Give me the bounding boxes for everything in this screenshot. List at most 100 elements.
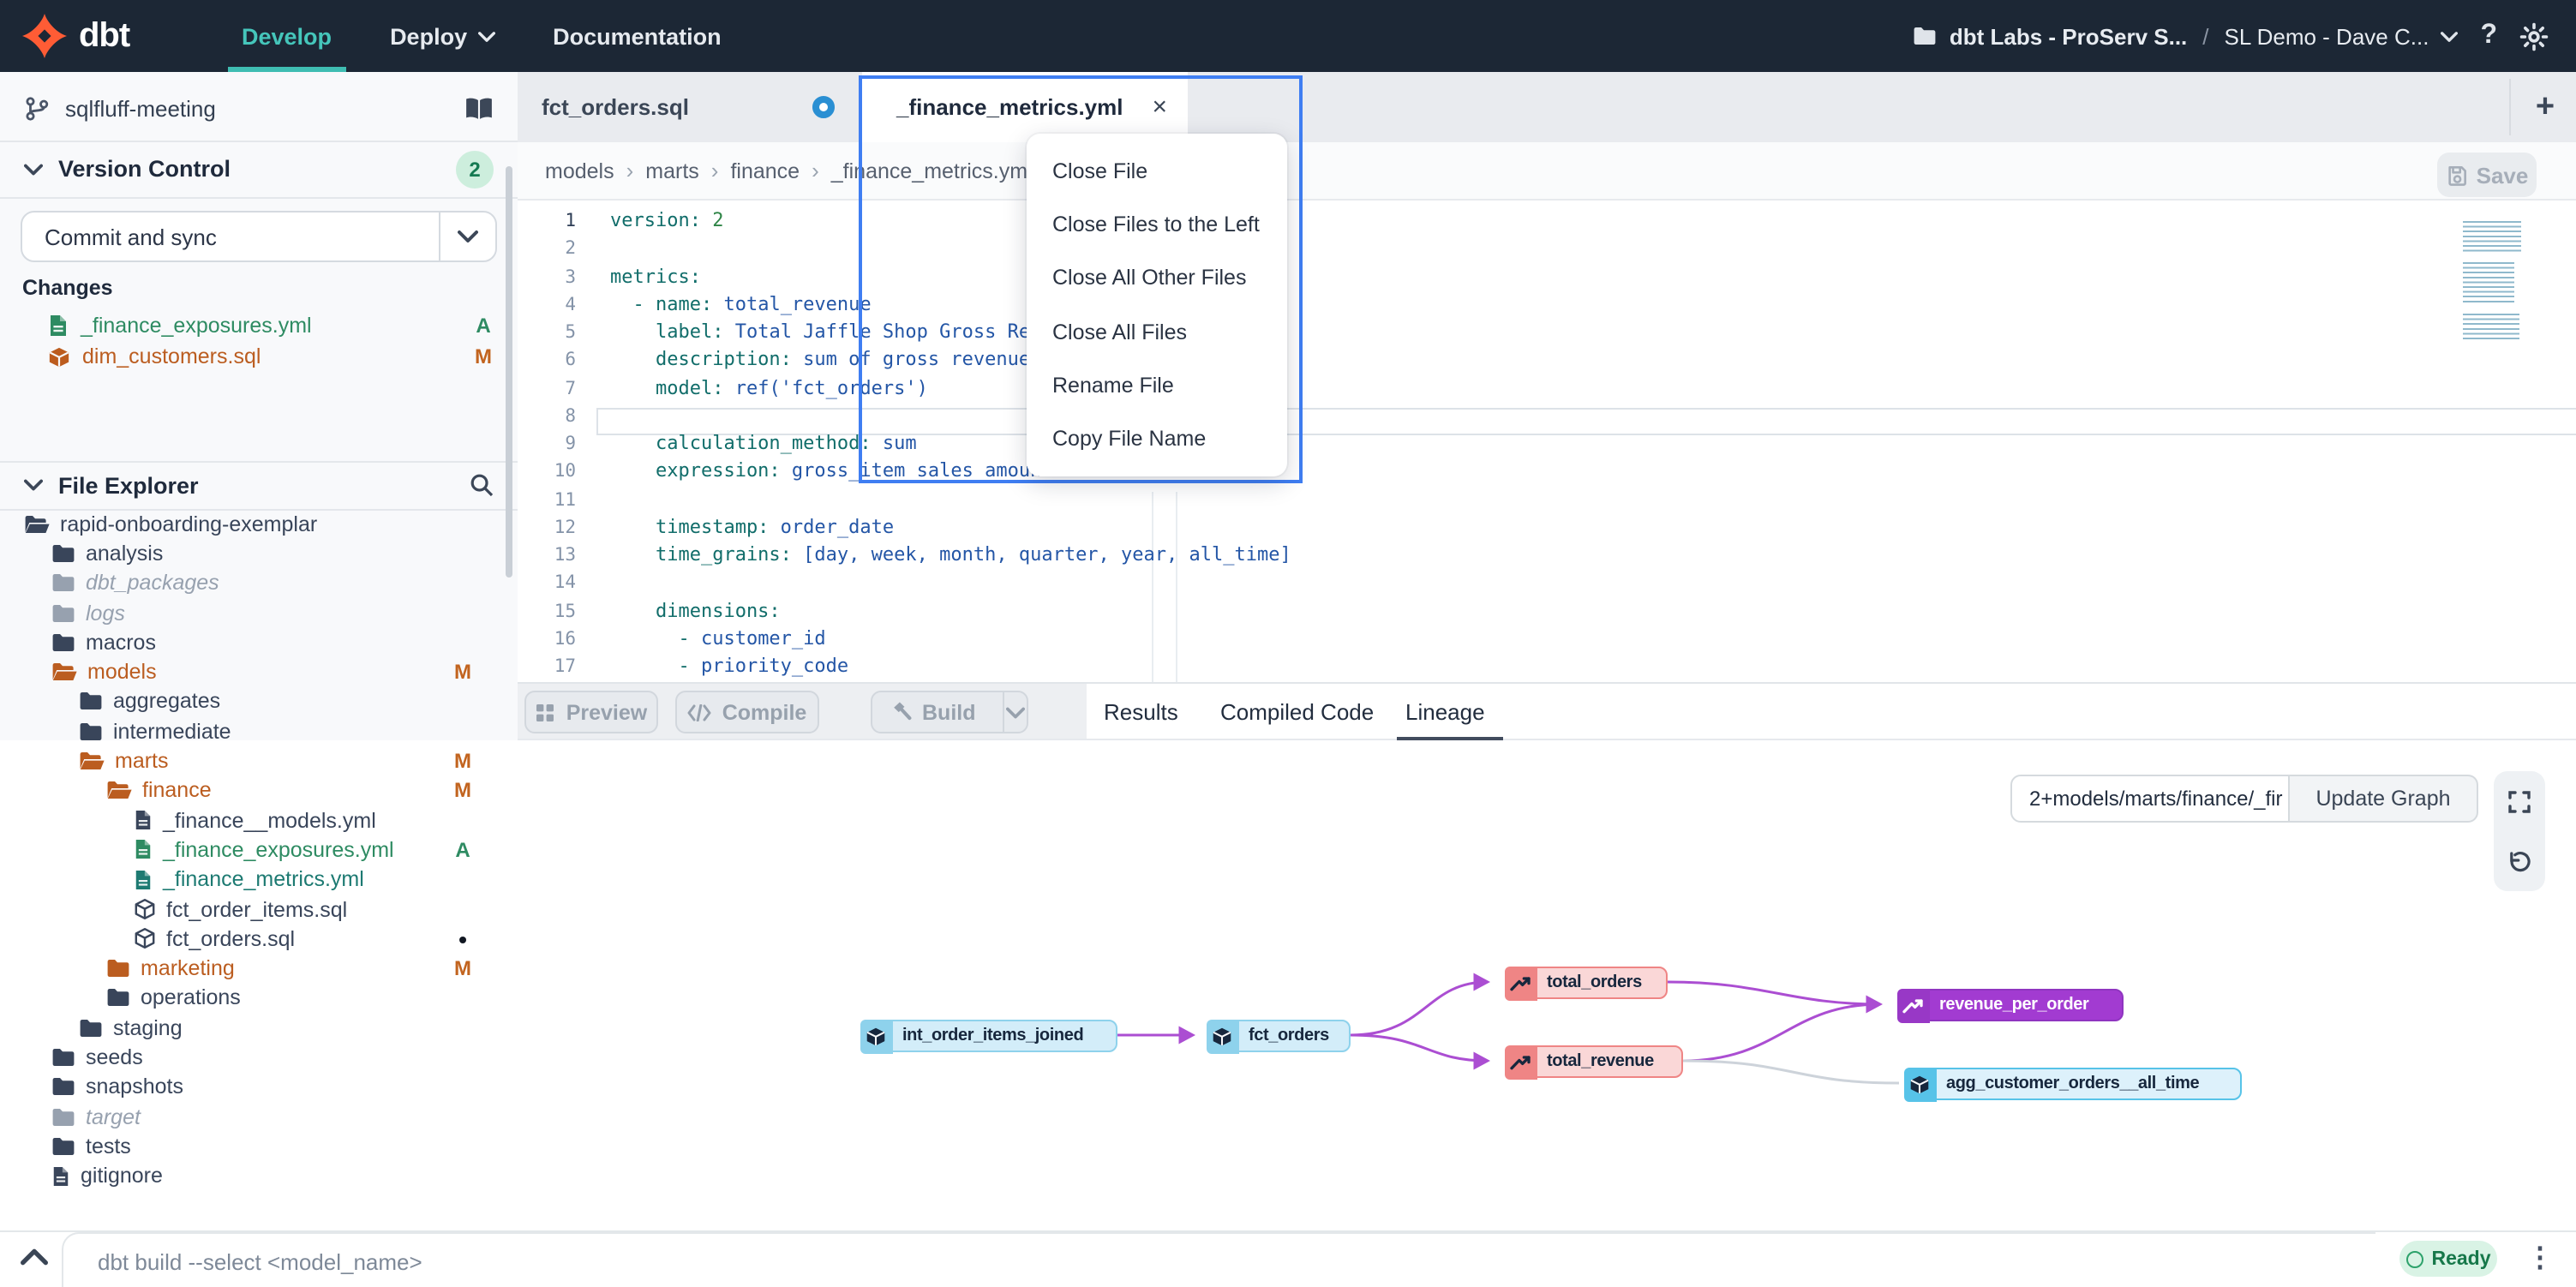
folder-open-icon [51, 661, 77, 682]
new-tab-button[interactable]: + [2523, 86, 2567, 130]
breadcrumb-item[interactable]: models [545, 159, 614, 183]
top-navbar: dbt Develop Deploy Documentation dbt Lab… [0, 0, 2576, 72]
code-line: 4 - name: total_revenue [518, 291, 2576, 320]
lineage-node-metric[interactable]: total_orders [1505, 967, 1668, 999]
branch-name: sqlfluff-meeting [65, 95, 464, 121]
reset-view-icon[interactable] [2507, 849, 2531, 873]
commit-button-label: Commit and sync [22, 224, 439, 249]
chevron-up-icon[interactable] [21, 1248, 48, 1266]
dbt-logo-icon [22, 14, 67, 58]
editor-minimap [2463, 221, 2525, 351]
tab-fct-orders[interactable]: fct_orders.sql [518, 72, 859, 142]
fullscreen-icon[interactable] [2507, 789, 2531, 813]
tree-item[interactable]: macros [0, 627, 518, 657]
chevron-down-icon [477, 30, 494, 42]
tree-item[interactable]: logs [0, 598, 518, 628]
build-button-main[interactable]: Build [872, 700, 993, 724]
menu-item-copy-name[interactable]: Copy File Name [1027, 412, 1287, 466]
build-button[interactable]: Build [871, 691, 1028, 733]
version-control-header[interactable]: Version Control 2 [0, 141, 518, 197]
preview-button[interactable]: Preview [524, 691, 658, 733]
preview-grid-icon [536, 702, 556, 722]
nav-right-cluster: dbt Labs - ProServ S... / SL Demo - Dave… [1914, 0, 2549, 72]
folder-icon [51, 602, 75, 623]
tree-item[interactable]: models M [0, 657, 518, 687]
close-tab-icon[interactable]: × [1152, 94, 1167, 120]
command-input[interactable]: dbt build --select <model_name> [62, 1232, 2375, 1287]
breadcrumb-item[interactable]: marts [645, 159, 699, 183]
menu-item-rename[interactable]: Rename File [1027, 358, 1287, 412]
changed-file-row[interactable]: _finance_exposures.yml A [0, 310, 518, 341]
file-explorer-header[interactable]: File Explorer [0, 461, 518, 509]
code-line: 15 dimensions: [518, 597, 2576, 626]
code-line: 17 - priority_code [518, 653, 2576, 681]
tabbar-divider [2509, 79, 2511, 135]
search-icon[interactable] [470, 473, 494, 497]
file-explorer-title: File Explorer [58, 472, 470, 498]
main-nav: Develop Deploy Documentation [242, 0, 722, 72]
save-button[interactable]: Save [2437, 153, 2537, 197]
tree-item[interactable]: aggregates [0, 687, 518, 717]
code-line: 10 expression: gross_item_sales_amount [518, 458, 2576, 487]
settings-gear-icon[interactable] [2519, 21, 2549, 51]
menu-item-close-others[interactable]: Close All Other Files [1027, 251, 1287, 305]
tree-scrollbar[interactable] [506, 166, 512, 578]
menu-item-close-left[interactable]: Close Files to the Left [1027, 198, 1287, 252]
menu-item-close-file[interactable]: Close File [1027, 144, 1287, 198]
chevron-down-icon [1006, 705, 1025, 719]
nav-deploy[interactable]: Deploy [390, 0, 494, 72]
command-placeholder: dbt build --select <model_name> [98, 1248, 422, 1274]
changed-file-name: _finance_exposures.yml [81, 314, 470, 338]
environment-name: SL Demo - Dave C... [2225, 23, 2429, 49]
compile-button[interactable]: Compile [675, 691, 819, 733]
update-graph-button[interactable]: Update Graph [2290, 775, 2478, 823]
commit-options-dropdown[interactable] [439, 213, 495, 260]
tab-compiled-code[interactable]: Compiled Code [1220, 684, 1374, 740]
code-line: 7 model: ref('fct_orders') [518, 374, 2576, 403]
docs-book-icon[interactable] [464, 95, 494, 121]
status-badge: Ready [2399, 1241, 2497, 1277]
folder-icon [51, 1106, 75, 1127]
lineage-filter-input[interactable]: 2+models/marts/finance/_fir [2010, 775, 2290, 823]
tab-results[interactable]: Results [1104, 684, 1178, 740]
lineage-node-model[interactable]: fct_orders [1207, 1020, 1351, 1052]
model-cube-icon [1206, 1019, 1238, 1053]
lineage-node-model[interactable]: int_order_items_joined [860, 1020, 1117, 1052]
kebab-menu-icon[interactable]: ⋮ [2526, 1237, 2554, 1282]
code-editor[interactable]: 1version: 2 2 3metrics: 4 - name: total_… [518, 201, 2576, 682]
git-status-badge: A [449, 838, 476, 862]
nav-develop[interactable]: Develop [242, 0, 332, 72]
git-branch-icon [24, 95, 50, 121]
project-switcher[interactable]: dbt Labs - ProServ S... / SL Demo - Dave… [1914, 23, 2459, 49]
lineage-node-metric[interactable]: total_revenue [1505, 1045, 1683, 1078]
code-line: 9 calculation_method: sum [518, 430, 2576, 458]
commit-and-sync-button[interactable]: Commit and sync [21, 211, 497, 262]
model-cube-icon [48, 345, 70, 368]
tree-item[interactable]: dbt_packages [0, 568, 518, 598]
tab-context-menu: Close File Close Files to the Left Close… [1027, 134, 1287, 476]
menu-item-close-all[interactable]: Close All Files [1027, 305, 1287, 359]
code-line: 5 label: Total Jaffle Shop Gross Revenue [518, 319, 2576, 347]
changed-file-row[interactable]: dim_customers.sql M [0, 341, 518, 372]
help-button[interactable]: ? [2480, 21, 2497, 51]
git-status-badge: M [449, 749, 476, 773]
breadcrumb-item[interactable]: _finance_metrics.yml [831, 159, 1033, 183]
tree-item[interactable]: analysis [0, 539, 518, 569]
folder-open-icon [24, 513, 50, 534]
tree-item[interactable]: rapid-onboarding-exemplar [0, 509, 518, 539]
chevron-down-icon [2441, 30, 2458, 42]
results-toolbar: Preview Compile Build Results Compiled C… [518, 682, 2576, 740]
breadcrumb-item[interactable]: finance [730, 159, 800, 183]
code-line: 6 description: sum of gross revenue [518, 347, 2576, 375]
file-icon [51, 1164, 70, 1187]
lineage-node-model[interactable]: agg_customer_orders__all_time [1904, 1068, 2242, 1100]
tab-finance-metrics-active[interactable]: _finance_metrics.yml × [862, 72, 1188, 142]
nav-documentation[interactable]: Documentation [553, 0, 722, 72]
git-branch-row[interactable]: sqlfluff-meeting [0, 75, 518, 141]
tab-lineage-active[interactable]: Lineage [1405, 684, 1485, 740]
build-options-dropdown[interactable] [1003, 692, 1027, 732]
editor-tab-bar: fct_orders.sql _finance_metrics.yml × + [518, 72, 2576, 142]
lineage-node-derived-metric[interactable]: revenue_per_order [1897, 989, 2124, 1021]
dbt-logo[interactable]: dbt [0, 14, 194, 58]
chevron-down-icon [458, 230, 478, 243]
